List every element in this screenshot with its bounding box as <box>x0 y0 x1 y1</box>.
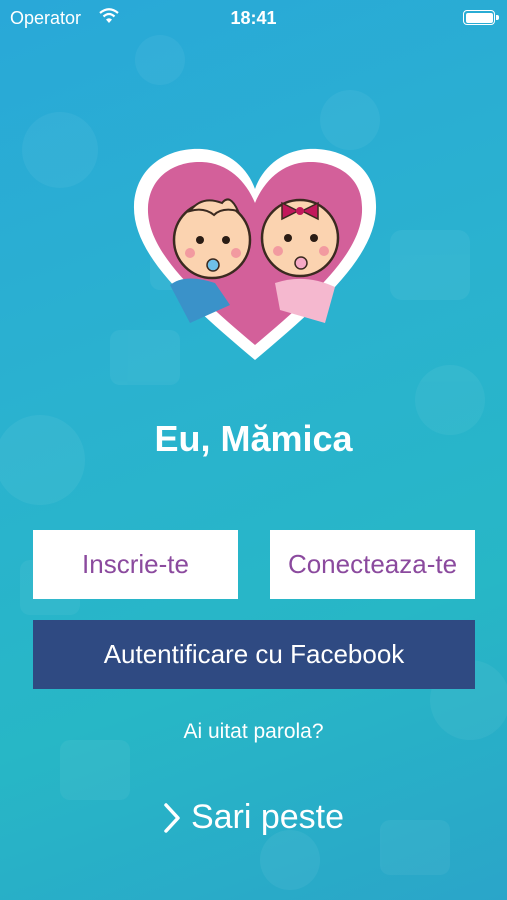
forgot-password-link[interactable]: Ai uitat parola? <box>0 720 507 744</box>
skip-button[interactable]: Sari peste <box>0 798 507 837</box>
status-bar: Operator 18:41 <box>0 0 507 36</box>
app-title: Eu, Mămica <box>154 418 353 459</box>
battery-icon <box>463 10 499 25</box>
facebook-login-button[interactable]: Autentificare cu Facebook <box>33 620 475 689</box>
signup-button[interactable]: Inscrie-te <box>33 530 238 599</box>
status-time: 18:41 <box>230 8 277 28</box>
skip-label: Sari peste <box>190 798 345 836</box>
heart-babies-logo <box>133 148 377 360</box>
login-button[interactable]: Conecteaza-te <box>270 530 475 599</box>
chevron-right-icon <box>164 802 180 833</box>
